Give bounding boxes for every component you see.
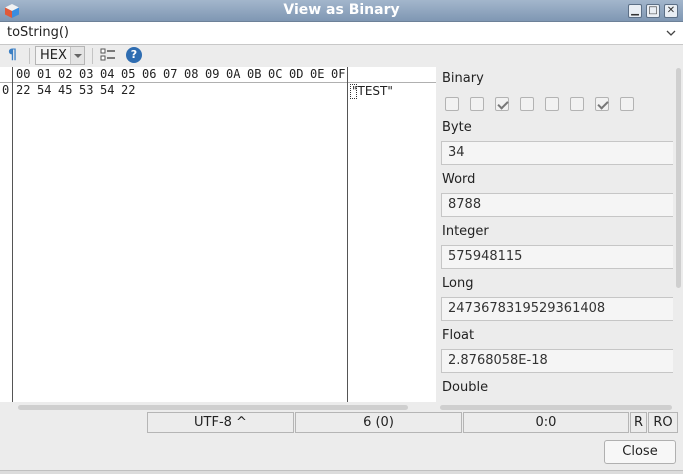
float-label: Float <box>442 328 475 343</box>
column-header: 04 <box>100 67 115 81</box>
readonly-status[interactable]: RO <box>648 412 678 433</box>
horizontal-scrollbar[interactable] <box>18 405 408 410</box>
title-bar[interactable]: View as Binary ▁ □ ✕ <box>0 0 683 22</box>
maximize-button[interactable]: □ <box>646 4 660 18</box>
column-header: 07 <box>163 67 178 81</box>
vertical-scrollbar[interactable] <box>676 68 681 288</box>
double-label: Double <box>442 380 489 395</box>
toolbar: ¶ HEX ? <box>0 45 440 67</box>
bit-checkbox[interactable] <box>595 97 609 111</box>
float-field[interactable]: 2.8768058E-18 <box>441 349 673 373</box>
bit-checkbox[interactable] <box>620 97 634 111</box>
window-bottom-edge <box>0 470 683 474</box>
values-panel: Binary Byte 34 Word 8788 Integer 5759481… <box>436 67 683 405</box>
edit-mode-status[interactable]: R <box>630 412 647 433</box>
byte-label: Byte <box>442 120 472 135</box>
row-offset: 0 <box>2 83 10 97</box>
column-header: 02 <box>58 67 73 81</box>
bit-checkbox[interactable] <box>570 97 584 111</box>
status-bar: UTF-8 ^ 6 (0) 0:0 R RO <box>0 412 683 434</box>
column-header: 05 <box>121 67 136 81</box>
column-header: 09 <box>205 67 220 81</box>
help-icon[interactable]: ? <box>126 47 142 63</box>
ascii-divider <box>347 67 348 402</box>
column-header: 0E <box>310 67 325 81</box>
integer-field[interactable]: 575948115 <box>441 245 673 269</box>
hex-editor[interactable]: 00 01 02 03 04 05 06 07 08 09 0A 0B 0C 0… <box>0 67 436 402</box>
dropdown-arrow-icon[interactable] <box>70 47 84 64</box>
word-label: Word <box>442 172 476 187</box>
bit-checkbox[interactable] <box>445 97 459 111</box>
bit-checkbox[interactable] <box>470 97 484 111</box>
column-header: 08 <box>184 67 199 81</box>
hex-byte[interactable]: 54 <box>37 83 51 97</box>
word-field[interactable]: 8788 <box>441 193 673 217</box>
binary-label: Binary <box>442 71 484 86</box>
ascii-text[interactable]: "TEST" <box>352 84 393 98</box>
hex-byte[interactable]: 53 <box>79 83 93 97</box>
expression-combo-value: toString() <box>7 25 69 40</box>
hex-byte[interactable]: 54 <box>100 83 114 97</box>
encoding-status[interactable]: UTF-8 ^ <box>147 412 294 433</box>
column-header: 0C <box>268 67 283 81</box>
column-header: 00 <box>16 67 31 81</box>
hex-byte[interactable]: 45 <box>58 83 72 97</box>
hex-byte[interactable]: 22 <box>121 83 135 97</box>
integer-label: Integer <box>442 224 489 239</box>
window-title: View as Binary <box>283 2 400 18</box>
bit-checkbox[interactable] <box>495 97 509 111</box>
expression-combo[interactable]: toString() <box>0 22 683 45</box>
column-header: 0B <box>247 67 262 81</box>
byte-field[interactable]: 34 <box>441 141 673 165</box>
offset-divider <box>12 67 13 402</box>
code-type-value: HEX <box>40 48 67 63</box>
column-header: 01 <box>37 67 52 81</box>
code-type-select[interactable]: HEX <box>35 46 85 65</box>
column-header: 06 <box>142 67 157 81</box>
minimize-button[interactable]: ▁ <box>628 4 642 18</box>
position-status: 6 (0) <box>295 412 462 433</box>
long-label: Long <box>442 276 474 291</box>
bit-checkbox[interactable] <box>545 97 559 111</box>
window-close-button[interactable]: ✕ <box>664 4 678 18</box>
toolbar-separator <box>29 48 30 64</box>
pilcrow-icon[interactable]: ¶ <box>8 47 17 63</box>
column-header: 0A <box>226 67 241 81</box>
selection-status: 0:0 <box>463 412 629 433</box>
bit-checkbox[interactable] <box>520 97 534 111</box>
hex-column-header: 00 01 02 03 04 05 06 07 08 09 0A 0B 0C 0… <box>0 67 436 83</box>
values-horizontal-scrollbar[interactable] <box>440 405 672 410</box>
long-field[interactable]: 2473678319529361408 <box>441 297 673 321</box>
column-header: 03 <box>79 67 94 81</box>
chevron-down-icon[interactable] <box>665 25 677 41</box>
column-header: 0D <box>289 67 304 81</box>
options-icon[interactable] <box>100 47 116 63</box>
column-header: 0F <box>331 67 346 81</box>
toolbar-separator <box>92 48 93 64</box>
close-button[interactable]: Close <box>604 440 676 464</box>
hex-byte[interactable]: 22 <box>16 83 30 97</box>
